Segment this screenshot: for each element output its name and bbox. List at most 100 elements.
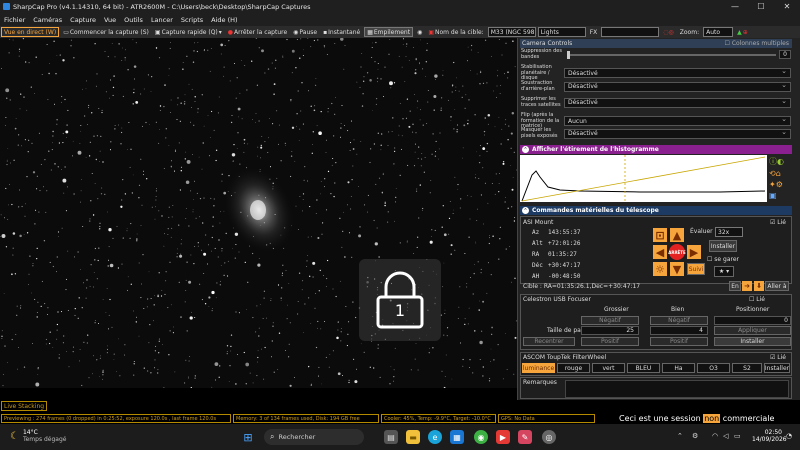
filter-o3[interactable]: O3 <box>697 363 730 373</box>
mount-install-button[interactable]: Installer <box>709 240 737 252</box>
tray-settings-icon[interactable]: ⚙ <box>692 432 698 440</box>
file-explorer-icon[interactable]: ▬ <box>406 430 420 444</box>
banding-value[interactable]: 0 <box>779 50 791 59</box>
windows-start-icon[interactable]: ⊞ <box>241 430 255 444</box>
arrow-up-button[interactable]: ▲ <box>670 228 684 242</box>
camera-controls-header[interactable]: Camera Controls ☐ Colonnes multiples <box>520 39 792 48</box>
en-button[interactable]: En <box>729 281 741 291</box>
reticle-icons[interactable]: ▲ ⊕ <box>735 27 750 37</box>
filter-ha[interactable]: Ha <box>662 363 695 373</box>
settings-icon[interactable]: ⟲⌂ <box>769 169 791 178</box>
maximize-button[interactable]: ☐ <box>748 0 774 13</box>
fine-step-input[interactable]: 4 <box>650 326 708 335</box>
start-capture-button[interactable]: ▭ Commencer la capture (S) <box>61 27 151 37</box>
lock-overlay[interactable]: 1 <box>359 259 441 341</box>
frame-type-select[interactable]: Lights <box>537 27 586 37</box>
menu-scripts[interactable]: Scripts <box>177 16 207 24</box>
filter-blue[interactable]: BLEU <box>627 363 660 373</box>
banding-slider[interactable] <box>567 50 776 59</box>
focuser-install-button[interactable]: Installer <box>714 337 791 346</box>
stop-mount-button[interactable]: ARRÊTE <box>668 244 686 260</box>
star <box>479 145 481 147</box>
filter-red[interactable]: rouge <box>557 363 590 373</box>
zoom-icon[interactable]: ✦⚙ <box>769 180 791 189</box>
menu-launch[interactable]: Lancer <box>147 16 177 24</box>
store-icon[interactable]: ▦ <box>450 430 464 444</box>
star-dropdown[interactable]: ★ ▾ <box>714 266 734 277</box>
notification-icon[interactable]: ◔ <box>786 432 792 440</box>
clock[interactable]: 02:50 14/09/2026 <box>752 429 787 443</box>
arrow-right-small-icon[interactable]: ➜ <box>742 281 752 291</box>
coarse-positive-button[interactable]: Positif <box>581 337 639 346</box>
position-input[interactable]: 0 <box>714 316 791 325</box>
app-icon-red[interactable]: ▶ <box>496 430 510 444</box>
arrow-down-button[interactable]: ▼ <box>670 262 684 276</box>
telescope-header[interactable]: ⌃ Commandes matérielles du télescope <box>520 206 792 215</box>
live-stacking-tab[interactable]: Live Stacking <box>1 401 48 411</box>
flip-select[interactable]: Aucun <box>564 115 791 127</box>
search-box[interactable]: ⌕ Rechercher <box>264 429 364 445</box>
multi-columns-toggle[interactable]: ☐ Colonnes multiples <box>725 40 789 47</box>
pause-button[interactable]: ◉ Pause <box>291 27 319 37</box>
menu-cameras[interactable]: Caméras <box>29 16 66 24</box>
mask-select[interactable]: Désactivé <box>564 128 791 139</box>
background-select[interactable]: Désactivé <box>564 81 791 92</box>
park-checkbox[interactable]: ☐ se garer <box>707 256 739 263</box>
remarks-input[interactable] <box>565 380 789 398</box>
apply-button[interactable]: Appliquer <box>714 326 791 335</box>
menu-tools[interactable]: Outils <box>120 16 147 24</box>
wifi-icon[interactable]: ◠ <box>712 432 718 440</box>
filterwheel-linked-checkbox[interactable]: ☑ Lié <box>770 354 786 361</box>
coarse-step-input[interactable]: 25 <box>581 326 639 335</box>
arrow-left-button[interactable]: ◀ <box>653 245 667 259</box>
menu-capture[interactable]: Capture <box>66 16 100 24</box>
chrome-icon[interactable]: ◉ <box>474 430 488 444</box>
weather-widget[interactable]: ☾ 14°C Temps dégagé <box>10 429 66 443</box>
histogram-header[interactable]: ⌃ Afficher l'étirement de l'histogramme <box>520 145 792 154</box>
menu-view[interactable]: Vue <box>100 16 120 24</box>
arrow-right-button[interactable]: ▶ <box>687 245 701 259</box>
quick-capture-button[interactable]: ▣ Capture rapide (Q) ▾ <box>153 27 224 37</box>
zoom-select[interactable]: Auto <box>703 27 734 37</box>
filter-luminance[interactable]: luminance <box>522 363 555 373</box>
fine-positive-button[interactable]: Positif <box>650 337 708 346</box>
fine-negative-button[interactable]: Négatif <box>650 316 708 325</box>
arrow-down-small-icon[interactable]: ⬇ <box>754 281 764 291</box>
volume-icon[interactable]: ◁ <box>723 432 728 440</box>
snapshot-button[interactable]: ▪ Instantané <box>321 27 362 37</box>
app-icon-pink[interactable]: ✎ <box>518 430 532 444</box>
sharpcap-icon[interactable]: ◎ <box>542 430 556 444</box>
menu-help[interactable]: Aide (H) <box>207 16 241 24</box>
live-view-button[interactable]: Vue en direct (W) <box>1 27 60 37</box>
record-icon[interactable]: ◉ <box>415 27 424 37</box>
fx-select[interactable] <box>601 27 660 37</box>
menu-file[interactable]: Fichier <box>0 16 29 24</box>
mount-linked-checkbox[interactable]: ☑ Lié <box>770 219 786 226</box>
task-view-icon[interactable]: ▤ <box>384 430 398 444</box>
filterwheel-install-button[interactable]: Installer <box>764 363 790 373</box>
close-button[interactable]: ✕ <box>774 0 800 13</box>
stop-capture-button[interactable]: ● Arrêter la capture <box>226 27 289 37</box>
park-icon[interactable]: ⊡ <box>653 228 667 242</box>
stacking-button[interactable]: ▦ Empilement <box>364 27 414 37</box>
focuser-linked-checkbox[interactable]: ☐ Lié <box>749 296 765 303</box>
histogram-plot[interactable] <box>520 155 767 202</box>
rate-select[interactable]: 32x <box>715 227 743 237</box>
target-name-select[interactable]: M33 (NGC 598 <box>487 27 536 37</box>
filter-s2[interactable]: S2 <box>732 363 762 373</box>
follow-button[interactable]: Suivi <box>687 263 705 275</box>
stabilisation-select[interactable]: Désactivé <box>564 67 791 79</box>
info-icon[interactable]: ⓘ◐ <box>769 156 791 167</box>
coarse-negative-button[interactable]: Négatif <box>581 316 639 325</box>
goto-button[interactable]: Aller à <box>765 281 789 291</box>
fx-tools-icon[interactable]: ◌◎ <box>661 27 675 37</box>
save-icon[interactable]: ▣ <box>769 191 791 200</box>
tray-chevron-icon[interactable]: ⌃ <box>677 432 683 440</box>
minimize-button[interactable]: — <box>722 0 748 13</box>
battery-icon[interactable]: ▭ <box>734 432 741 440</box>
satellite-select[interactable]: Désactivé <box>564 97 791 108</box>
sun-icon[interactable]: ☼ <box>653 262 667 276</box>
edge-icon[interactable]: e <box>428 430 442 444</box>
filter-green[interactable]: vert <box>592 363 625 373</box>
recenter-button[interactable]: Recentrer <box>523 337 575 346</box>
